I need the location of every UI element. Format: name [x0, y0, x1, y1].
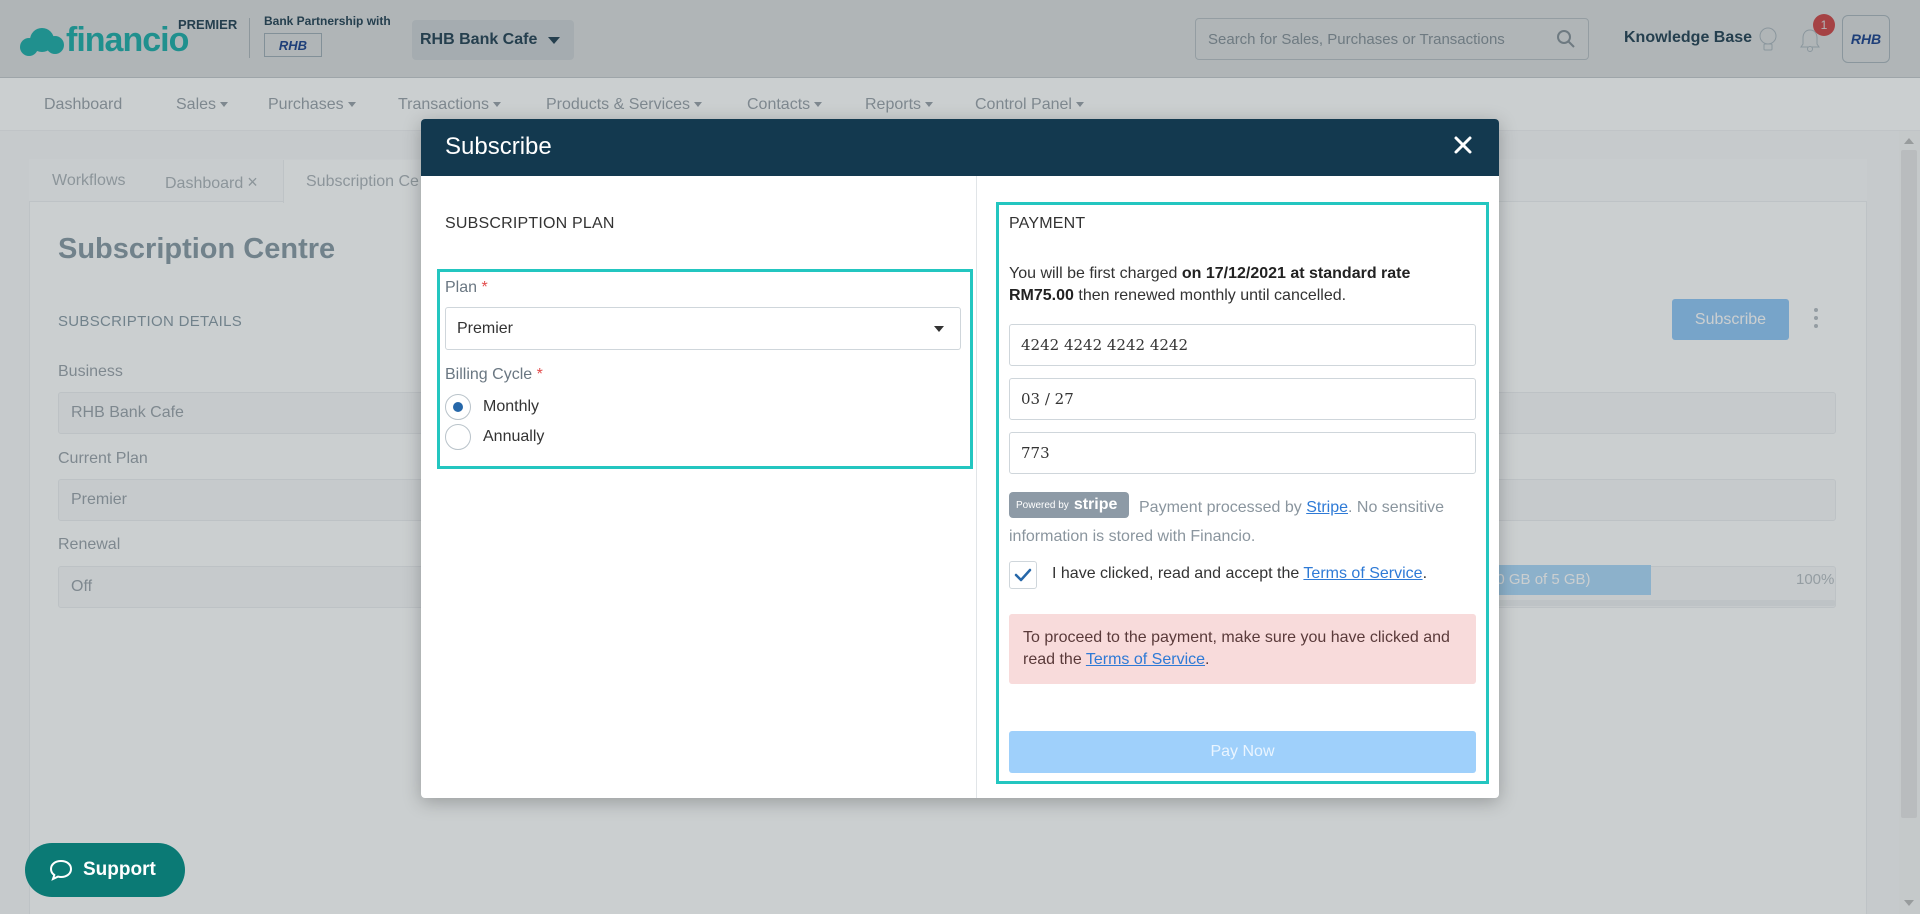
plan-label: Plan *	[445, 279, 488, 296]
card-cvc-input[interactable]: 773	[1009, 432, 1476, 474]
checkmark-icon	[1014, 568, 1032, 582]
modal-header: Subscribe	[421, 119, 1499, 176]
annually-label: Annually	[483, 428, 545, 445]
plan-select[interactable]: Premier	[445, 307, 961, 350]
monthly-radio[interactable]	[445, 394, 471, 420]
stripe-link[interactable]: Stripe	[1306, 499, 1348, 516]
payment-heading: PAYMENT	[1009, 215, 1086, 232]
alert-tos-link[interactable]: Terms of Service	[1086, 651, 1205, 668]
close-icon[interactable]	[1451, 133, 1475, 157]
pay-now-button[interactable]: Pay Now	[1009, 731, 1476, 773]
card-number-input[interactable]: 4242 4242 4242 4242	[1009, 324, 1476, 366]
caret-down-icon	[934, 326, 944, 332]
tos-checkbox[interactable]	[1009, 561, 1037, 589]
powered-by-stripe-badge[interactable]: Powered by stripe	[1009, 492, 1129, 518]
subscription-plan-heading: SUBSCRIPTION PLAN	[445, 215, 615, 232]
chat-bubble-icon	[49, 859, 73, 881]
modal-title: Subscribe	[445, 133, 552, 160]
annually-radio[interactable]	[445, 424, 471, 450]
support-label: Support	[83, 859, 156, 880]
required-mark: *	[536, 366, 543, 383]
charge-description: You will be first charged on 17/12/2021 …	[1009, 265, 1411, 304]
support-button[interactable]: Support	[25, 843, 185, 897]
billing-monthly-option[interactable]: Monthly	[445, 394, 539, 420]
billing-cycle-label: Billing Cycle *	[445, 366, 543, 383]
billing-annually-option[interactable]: Annually	[445, 424, 544, 450]
required-mark: *	[481, 279, 488, 296]
column-divider	[976, 176, 977, 798]
monthly-label: Monthly	[483, 398, 540, 415]
tos-label: I have clicked, read and accept the Term…	[1052, 565, 1428, 582]
tos-link[interactable]: Terms of Service	[1303, 565, 1422, 582]
subscribe-modal: Subscribe SUBSCRIPTION PLAN Plan * Premi…	[421, 119, 1499, 798]
card-expiry-input[interactable]: 03 / 27	[1009, 378, 1476, 420]
tos-warning-alert: To proceed to the payment, make sure you…	[1009, 614, 1476, 684]
plan-select-value: Premier	[457, 320, 514, 337]
